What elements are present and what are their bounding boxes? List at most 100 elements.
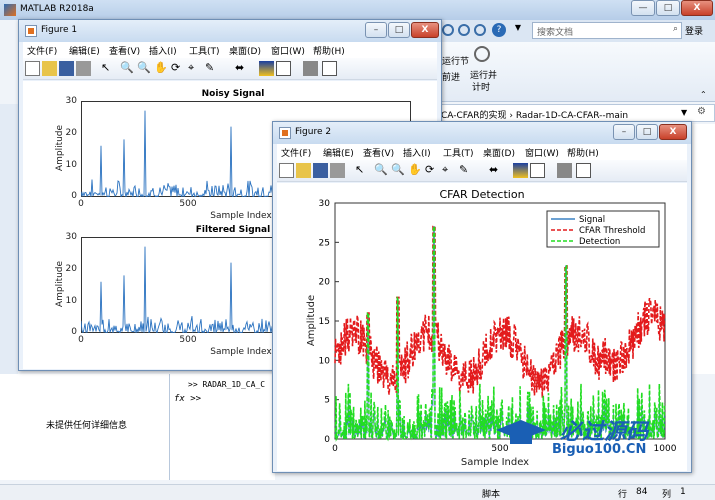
watermark: 必过源码 Biguo100.CN — [490, 412, 690, 464]
login-button[interactable]: 登录 — [685, 24, 703, 37]
dock-icon[interactable] — [576, 163, 591, 178]
status-row: 84 — [636, 487, 648, 497]
figure1-minimize-button[interactable]: – — [365, 22, 387, 38]
pointer-icon[interactable]: ↖ — [101, 61, 116, 76]
pointer-icon[interactable]: ↖ — [355, 163, 370, 178]
menu-window[interactable]: 窗口(W) — [271, 44, 305, 57]
data-cursor-icon[interactable]: ⌖ — [442, 163, 457, 178]
zoom-out-icon[interactable]: 🔍 — [391, 163, 406, 178]
advance-button[interactable]: 前进 — [442, 70, 460, 83]
ytick-top-30: 30 — [65, 96, 77, 106]
colorbar-icon[interactable] — [259, 61, 274, 76]
save-icon[interactable] — [313, 163, 328, 178]
menu-insert[interactable]: 插入(I) — [403, 146, 431, 159]
figure2-minimize-button[interactable]: – — [613, 124, 635, 140]
ytick-label: 15 — [319, 317, 330, 327]
menu-edit[interactable]: 编辑(E) — [323, 146, 354, 159]
figure2-titlebar: Figure 2 – □ X — [273, 122, 691, 144]
redo-icon[interactable] — [458, 24, 470, 36]
save-icon[interactable] — [59, 61, 74, 76]
matlab-titlebar: MATLAB R2018a — □ X — [0, 0, 715, 20]
link-icon[interactable]: ⬌ — [235, 61, 250, 76]
minimize-button[interactable]: — — [631, 0, 655, 16]
menu-file[interactable]: 文件(F) — [281, 146, 311, 159]
menu-help[interactable]: 帮助(H) — [313, 44, 345, 57]
menu-desktop[interactable]: 桌面(D) — [483, 146, 515, 159]
zoom-in-icon[interactable]: 🔍 — [120, 61, 135, 76]
quick-access-bar: ? ▼ 搜索文档 ⌕ 登录 — [440, 20, 715, 42]
status-col-label: 列 — [662, 490, 672, 500]
pan-icon[interactable]: ✋ — [154, 61, 169, 76]
details-panel: 未提供任何详细信息 — [0, 374, 170, 480]
data-cursor-icon[interactable]: ⌖ — [188, 61, 203, 76]
current-folder-panel — [0, 104, 18, 374]
rotate-icon[interactable]: ⟳ — [425, 163, 440, 178]
figure2-close-button[interactable]: X — [659, 124, 687, 140]
menu-desktop[interactable]: 桌面(D) — [229, 44, 261, 57]
ytick-label: 5 — [324, 396, 330, 406]
figure1-top-ylabel: Amplitude — [55, 124, 66, 172]
figure1-close-button[interactable]: X — [411, 22, 439, 38]
new-figure-icon[interactable] — [25, 61, 40, 76]
dock-icon[interactable] — [322, 61, 337, 76]
ytick-top-0: 0 — [71, 191, 77, 201]
command-history-line: >> RADAR_1D_CA_C — [188, 380, 266, 389]
undo-icon[interactable] — [442, 24, 454, 36]
browse-folder-icon[interactable]: ⚙ — [697, 106, 706, 117]
address-dropdown-icon[interactable]: ▼ — [681, 108, 687, 117]
legend-icon[interactable] — [530, 163, 545, 178]
figure1-menubar: 文件(F) 编辑(E) 查看(V) 插入(I) 工具(T) 桌面(D) 窗口(W… — [23, 42, 437, 58]
run-and-time-icon — [474, 46, 490, 62]
menu-edit[interactable]: 编辑(E) — [69, 44, 100, 57]
command-window[interactable]: >> RADAR_1D_CA_C fx >> — [170, 374, 275, 480]
open-file-icon[interactable] — [42, 61, 57, 76]
menu-tools[interactable]: 工具(T) — [443, 146, 474, 159]
ytick-label: 30 — [319, 199, 331, 209]
breadcrumb[interactable]: CA-CFAR的实现 › Radar-1D-CA-CFAR--main — [441, 108, 628, 121]
menu-insert[interactable]: 插入(I) — [149, 44, 177, 57]
print-icon[interactable] — [76, 61, 91, 76]
menu-view[interactable]: 查看(V) — [109, 44, 140, 57]
brush-icon[interactable]: ✎ — [205, 61, 220, 76]
help-icon[interactable]: ? — [492, 23, 506, 37]
details-text: 未提供任何详细信息 — [46, 421, 128, 431]
collapse-toolstrip-icon[interactable]: ⌃ — [700, 90, 707, 99]
rotate-icon[interactable]: ⟳ — [171, 61, 186, 76]
figure1-bottom-title: Filtered Signal — [195, 225, 271, 235]
figure2-toolbar: ↖ 🔍 🔍 ✋ ⟳ ⌖ ✎ ⬌ — [277, 160, 687, 182]
figure1-maximize-button[interactable]: □ — [388, 22, 410, 38]
figure1-top-xlabel: Sample Index — [210, 211, 272, 221]
close-button[interactable]: X — [681, 0, 713, 16]
hide-tools-icon[interactable] — [557, 163, 572, 178]
xtick-top-0: 0 — [78, 199, 84, 209]
menu-help[interactable]: 帮助(H) — [567, 146, 599, 159]
menu-tools[interactable]: 工具(T) — [189, 44, 220, 57]
pan-icon[interactable]: ✋ — [408, 163, 423, 178]
open-file-icon[interactable] — [296, 163, 311, 178]
legend-label: CFAR Threshold — [579, 226, 645, 236]
figure1-bottom-ylabel: Amplitude — [55, 260, 66, 308]
search-dropdown-icon[interactable]: ▼ — [510, 23, 526, 37]
legend-icon[interactable] — [276, 61, 291, 76]
hide-tools-icon[interactable] — [303, 61, 318, 76]
menu-file[interactable]: 文件(F) — [27, 44, 57, 57]
status-bar: 脚本 行 84 列 1 — [0, 484, 715, 500]
search-input[interactable]: 搜索文档 ⌕ — [532, 22, 682, 39]
zoom-in-icon[interactable]: 🔍 — [374, 163, 389, 178]
link-icon[interactable]: ⬌ — [489, 163, 504, 178]
print-icon[interactable] — [330, 163, 345, 178]
refresh-icon[interactable] — [474, 24, 486, 36]
figure2-maximize-button[interactable]: □ — [636, 124, 658, 140]
figure1-toolbar: ↖ 🔍 🔍 ✋ ⟳ ⌖ ✎ ⬌ — [23, 58, 437, 80]
app-title: MATLAB R2018a — [20, 4, 94, 14]
menu-window[interactable]: 窗口(W) — [525, 146, 559, 159]
colorbar-icon[interactable] — [513, 163, 528, 178]
new-figure-icon[interactable] — [279, 163, 294, 178]
run-section-button[interactable]: 运行节 — [442, 54, 469, 67]
zoom-out-icon[interactable]: 🔍 — [137, 61, 152, 76]
menu-view[interactable]: 查看(V) — [363, 146, 394, 159]
status-row-label: 行 — [618, 490, 628, 500]
brush-icon[interactable]: ✎ — [459, 163, 474, 178]
command-prompt[interactable]: fx >> — [174, 394, 201, 404]
maximize-button[interactable]: □ — [656, 0, 680, 16]
